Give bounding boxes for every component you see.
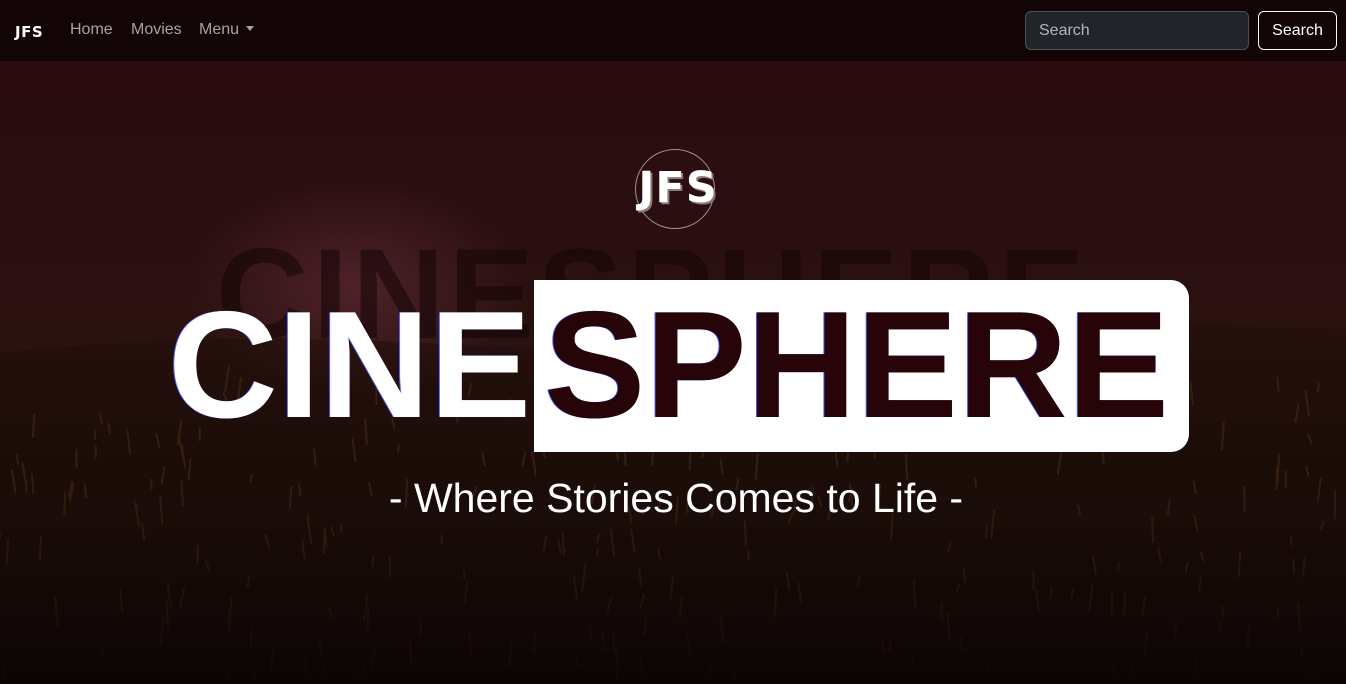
nav-link-movies[interactable]: Movies xyxy=(131,21,182,39)
hero-title-sphere: SPHERE xyxy=(544,280,1170,450)
nav-menu-dropdown[interactable]: Menu xyxy=(199,21,255,39)
page: JFS Home Movies Menu Search CINESPHERE J… xyxy=(0,0,1346,684)
hero-section: CINESPHERE JFS CINE SPHERE - Where Stori… xyxy=(0,61,1346,684)
hero-logo-text: JFS xyxy=(638,163,718,213)
hero-logo: JFS xyxy=(622,149,734,231)
navbar: JFS Home Movies Menu Search xyxy=(0,0,1346,61)
hero-tagline: - Where Stories Comes to Life - xyxy=(388,475,964,521)
search-button[interactable]: Search xyxy=(1258,11,1337,50)
caret-down-icon xyxy=(246,26,255,31)
hero-title-cine: CINE xyxy=(168,280,532,450)
nav-menu-label: Menu xyxy=(199,21,240,38)
brand-logo[interactable]: JFS xyxy=(14,20,48,42)
nav-link-home[interactable]: Home xyxy=(70,21,113,39)
brand-logo-text: JFS xyxy=(15,23,44,41)
search-input[interactable] xyxy=(1025,11,1249,50)
